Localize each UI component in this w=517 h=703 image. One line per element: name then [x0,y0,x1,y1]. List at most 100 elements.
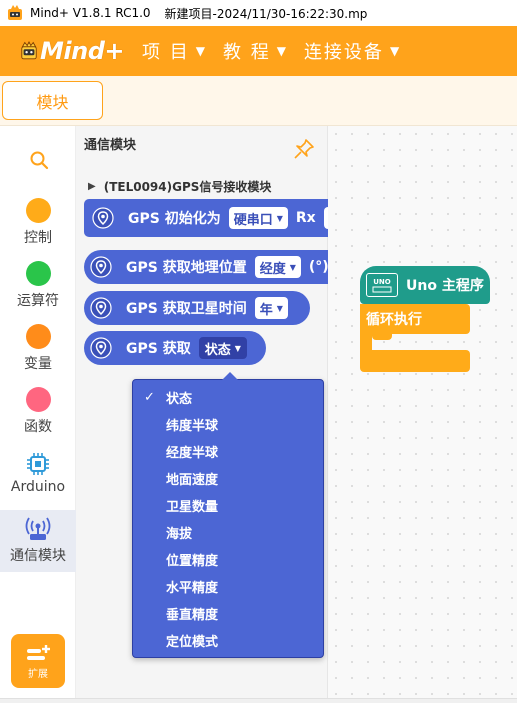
dropdown-option-label: 纬度半球 [166,419,219,434]
category-sidebar: 控制 运算符 变量 函数 Arduino 通信模块 扩展 [0,126,76,698]
caret-down-icon: ▼ [276,44,286,58]
category-functions[interactable]: 函数 [0,387,76,437]
location-pin-icon [90,337,112,359]
dropdown-option[interactable]: 经度半球 [133,438,323,465]
flyout-subtitle[interactable]: ▶ (TEL0094)GPS信号接收模块 [88,178,271,195]
loop-label: 循环执行 [366,312,422,328]
category-label: 变量 [24,356,52,372]
rx-label: Rx [295,210,316,226]
functions-color-dot [25,387,51,412]
location-value: 经度 [259,261,286,277]
mindplus-app-icon [8,5,22,20]
extension-button[interactable]: 扩展 [11,634,65,688]
forever-loop-side [360,334,372,350]
location-pin-icon [90,256,112,278]
mindplus-logo[interactable]: Mind+ [20,31,124,71]
category-communication[interactable]: 通信模块 [0,510,76,572]
hat-label: Uno 主程序 [406,278,484,294]
menu-tutorial[interactable]: 教 程 ▼ [223,38,286,64]
location-pin-icon [90,297,112,319]
caret-down-icon: ▼ [276,213,283,223]
uno-board-icon: UNO [366,273,398,297]
robot-logo-icon [21,40,37,60]
dropdown-option[interactable]: 位置精度 [133,546,323,573]
forever-loop-block[interactable]: 循环执行 [360,304,470,334]
caret-down-icon: ▼ [389,44,400,58]
dropdown-option-label: 定位模式 [166,635,219,650]
category-variables[interactable]: 变量 [0,324,76,374]
category-label: 运算符 [17,293,59,309]
dropdown-option-label: 位置精度 [166,554,219,569]
pin-icon[interactable] [293,138,315,160]
gps-get-block[interactable]: GPS 获取 状态 ▼ [84,331,266,365]
time-value: 年 [259,302,273,318]
dropdown-option-label: 经度半球 [166,446,219,461]
gps-location-block[interactable]: GPS 获取地理位置 经度 ▼ (°) [84,250,345,284]
extension-label: 扩展 [28,668,48,680]
gps-module-name: (TEL0094)GPS信号接收模块 [103,180,272,194]
chip-icon [27,453,49,475]
status-value: 状态 [204,342,231,358]
title-bar: Mind+ V1.8.1 RC1.0 新建项目-2024/11/30-16:22… [0,0,517,26]
forever-loop-bottom [360,350,470,372]
category-arduino[interactable]: Arduino [0,451,76,503]
menu-project[interactable]: 项 目 ▼ [142,38,205,64]
block-text: GPS 初始化为 [128,211,221,227]
dropdown-option-label: 垂直精度 [166,608,219,623]
block-text: GPS 获取地理位置 [126,260,247,276]
antenna-icon [25,517,51,540]
dropdown-option[interactable]: ✓ 状态 [133,384,323,411]
search-icon[interactable] [29,150,49,170]
dropdown-option-label: 地面速度 [166,473,219,488]
dropdown-option[interactable]: 水平精度 [133,573,323,600]
serial-value: 硬串口 [233,212,273,228]
status-dropdown[interactable]: 状态 ▼ [198,337,247,359]
dropdown-option[interactable]: 卫星数量 [133,492,323,519]
dropdown-option-label: 卫星数量 [166,500,219,515]
check-icon: ✓ [144,390,155,405]
category-operators[interactable]: 运算符 [0,261,76,311]
code-canvas[interactable] [328,126,517,698]
control-color-dot [25,198,51,223]
dropdown-option-label: 水平精度 [166,581,219,596]
block-text: GPS 获取卫星时间 [126,301,247,317]
category-label: Arduino [10,479,66,495]
uno-main-program-block[interactable]: UNO Uno 主程序 [360,266,490,304]
extension-icon [27,644,50,660]
caret-down-icon: ▼ [195,44,205,58]
category-label: 通信模块 [10,548,66,564]
gps-time-block[interactable]: GPS 获取卫星时间 年 ▼ [84,291,310,325]
operators-color-dot [25,261,51,286]
menu-tutorial-label: 教 程 [222,42,271,63]
location-dropdown[interactable]: 经度 ▼ [254,256,301,278]
dropdown-option[interactable]: 垂直精度 [133,600,323,627]
uno-badge-text: UNO [373,277,391,286]
expand-triangle-icon: ▶ [88,181,96,192]
menu-connect-device[interactable]: 连接设备 ▼ [304,38,399,64]
status-options-menu: ✓ 状态纬度半球经度半球地面速度卫星数量海拔位置精度水平精度垂直精度定位模式 [132,372,324,658]
caret-down-icon: ▼ [289,262,296,272]
dropdown-option[interactable]: 地面速度 [133,465,323,492]
editor-tab-row: 模块 [0,76,517,126]
app-name: Mind+ V1.8.1 RC1.0 [30,6,151,20]
logo-text: Mind+ [40,37,124,65]
serial-dropdown[interactable]: 硬串口 ▼ [228,207,288,229]
block-text: GPS 获取 [126,341,191,357]
caret-down-icon: ▼ [276,303,283,313]
time-dropdown[interactable]: 年 ▼ [254,297,288,319]
caret-down-icon: ▼ [234,343,241,353]
dropdown-option-label: 状态 [166,392,193,407]
menu-connect-label: 连接设备 [303,42,384,63]
location-pin-icon [92,207,114,229]
dropdown-option[interactable]: 定位模式 [133,627,323,654]
unit-label: (°) [308,259,329,275]
tab-modules[interactable]: 模块 [2,81,103,120]
category-control[interactable]: 控制 [0,198,76,248]
category-label: 函数 [24,419,52,435]
dropdown-option[interactable]: 纬度半球 [133,411,323,438]
variables-color-dot [25,324,51,349]
flyout-title: 通信模块 [84,138,137,153]
dropdown-option[interactable]: 海拔 [133,519,323,546]
menu-project-label: 项 目 [142,42,190,63]
project-title: 新建项目-2024/11/30-16:22:30.mp [164,6,368,21]
